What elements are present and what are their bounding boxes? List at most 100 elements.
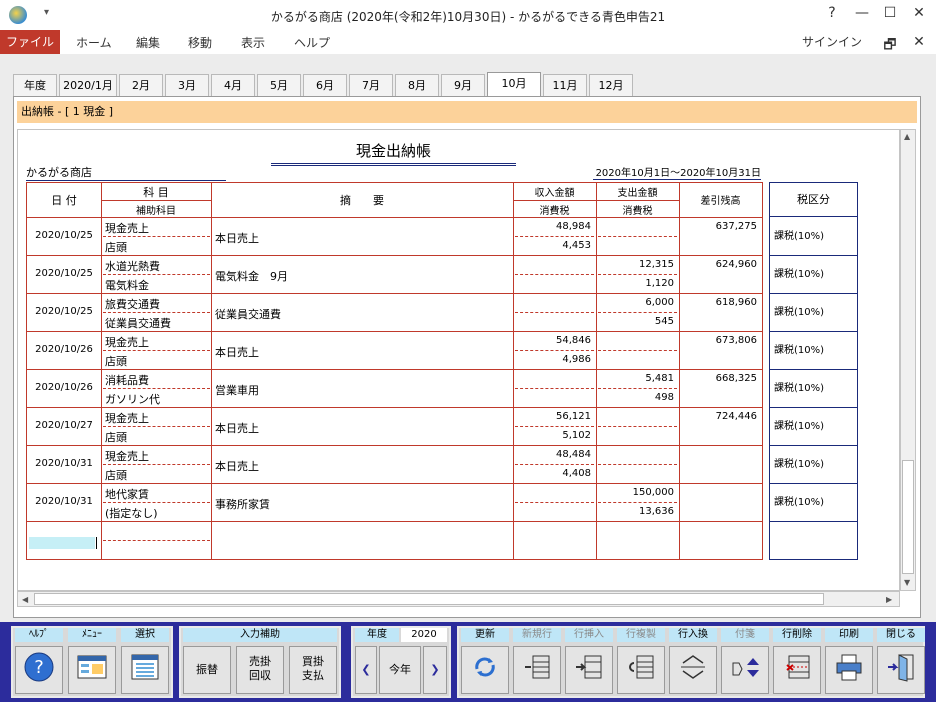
- help-icon[interactable]: ?: [822, 5, 842, 21]
- scroll-left-icon[interactable]: ◀: [22, 595, 28, 604]
- ledger-sheet: 現金出納帳 かるがる商店 2020年10月1日～2020年10月31日 日 付 …: [17, 129, 900, 591]
- tab-1[interactable]: 2020/1月: [59, 74, 117, 96]
- period-range: 2020年10月1日～2020年10月31日: [593, 164, 761, 180]
- tab-10[interactable]: 10月: [487, 72, 541, 97]
- row-expense: 12,315: [639, 259, 674, 270]
- menu-move[interactable]: 移動: [188, 34, 212, 51]
- row-tax-class[interactable]: 課税(10%): [770, 484, 857, 522]
- ledger-row[interactable]: 2020/10/27 現金売上 店頭 本日売上 56,121 5,102 724,446: [27, 408, 762, 446]
- row-divider: [103, 426, 210, 427]
- note-button[interactable]: [721, 646, 769, 694]
- vertical-scrollbar[interactable]: ▲ ▼: [900, 129, 916, 591]
- next-year-button[interactable]: ❯: [423, 646, 447, 694]
- scroll-right-icon[interactable]: ▶: [886, 595, 892, 604]
- row-date: 2020/10/25: [35, 306, 93, 317]
- header-balance: 差引残高: [700, 196, 741, 207]
- tab-5[interactable]: 5月: [257, 74, 301, 96]
- swap-row-button[interactable]: [669, 646, 717, 694]
- row-income-tax: 4,408: [562, 468, 591, 479]
- delete-row-button[interactable]: [773, 646, 821, 694]
- select-list-icon: [131, 654, 159, 680]
- row-divider: [598, 312, 677, 313]
- tab-8[interactable]: 8月: [395, 74, 439, 96]
- group-row-ops: 更新 新規行 行挿入 行複製 行入換 付箋 行削除 印刷 閉じる: [457, 626, 925, 698]
- header-expense-tax: 消費税: [622, 206, 653, 217]
- help-button[interactable]: ?: [15, 646, 63, 694]
- this-year-button[interactable]: 今年: [379, 646, 421, 694]
- insert-row-button[interactable]: [565, 646, 613, 694]
- horizontal-scroll-thumb[interactable]: [34, 593, 824, 605]
- tab-11[interactable]: 11月: [543, 74, 587, 96]
- ledger-row[interactable]: 2020/10/31 現金売上 店頭 本日売上 48,484 4,408: [27, 446, 762, 484]
- row-description: 従業員交通費: [215, 308, 281, 321]
- close-button[interactable]: [877, 646, 925, 694]
- row-tax-class[interactable]: 課税(10%): [770, 370, 857, 408]
- menu-help[interactable]: ヘルプ: [294, 34, 330, 51]
- tab-12[interactable]: 12月: [589, 74, 633, 96]
- text-caret: [96, 537, 97, 549]
- payable-button[interactable]: 買掛 支払: [289, 646, 337, 694]
- row-tax-class[interactable]: 課税(10%): [770, 256, 857, 294]
- ledger-row[interactable]: 2020/10/31 地代家賃 (指定なし) 事務所家賃 150,000 13,636: [27, 484, 762, 522]
- insert-row-icon: [576, 655, 602, 679]
- ledger-row[interactable]: 2020/10/26 現金売上 店頭 本日売上 54,846 4,986 673,806: [27, 332, 762, 370]
- row-divider: [598, 426, 677, 427]
- ledger-row[interactable]: 2020/10/25 旅費交通費 従業員交通費 従業員交通費 6,000 545 618,9…: [27, 294, 762, 332]
- row-divider: [515, 236, 594, 237]
- row-tax-class[interactable]: 課税(10%): [770, 294, 857, 332]
- row-tax-class[interactable]: 課税(10%): [770, 332, 857, 370]
- tab-4[interactable]: 4月: [211, 74, 255, 96]
- copy-row-button[interactable]: [617, 646, 665, 694]
- new-row-button[interactable]: [513, 646, 561, 694]
- tab-0[interactable]: 年度: [13, 74, 57, 96]
- menu-edit[interactable]: 編集: [136, 34, 160, 51]
- tab-7[interactable]: 7月: [349, 74, 393, 96]
- signin-link[interactable]: サインイン: [802, 33, 862, 50]
- close-document-button[interactable]: ✕: [909, 34, 929, 50]
- ledger-row[interactable]: 2020/10/26 消耗品費 ガソリン代 営業車用 5,481 498 668,325: [27, 370, 762, 408]
- prev-year-button[interactable]: ❮: [355, 646, 377, 694]
- help-question-icon: ?: [24, 652, 54, 682]
- maximize-button[interactable]: ☐: [880, 5, 900, 21]
- tab-6[interactable]: 6月: [303, 74, 347, 96]
- ledger-grid: 日 付 科 目 補助科目 摘 要 収入金額 消費税 支出金額 消費税 差引残高 …: [26, 182, 763, 560]
- scroll-up-icon[interactable]: ▲: [904, 132, 910, 141]
- receivable-button[interactable]: 売掛 回収: [236, 646, 284, 694]
- group-input-assist: 入力補助 振替 売掛 回収 買掛 支払: [179, 626, 341, 698]
- printer-icon: [836, 654, 862, 681]
- row-divider: [598, 274, 677, 275]
- print-button[interactable]: [825, 646, 873, 694]
- row-divider: [598, 502, 677, 503]
- tab-2[interactable]: 2月: [119, 74, 163, 96]
- tab-9[interactable]: 9月: [441, 74, 485, 96]
- row-tax-class[interactable]: 課税(10%): [770, 446, 857, 484]
- label-insert-row: 行挿入: [565, 628, 613, 642]
- scroll-down-icon[interactable]: ▼: [904, 578, 910, 587]
- row-description: 電気料金 9月: [215, 270, 288, 283]
- menu-home[interactable]: ホーム: [76, 34, 112, 51]
- refresh-button[interactable]: [461, 646, 509, 694]
- header-account: 科 目: [143, 186, 169, 199]
- row-tax-class[interactable]: 課税(10%): [770, 408, 857, 446]
- select-button[interactable]: [121, 646, 169, 694]
- row-divider: [103, 464, 210, 465]
- tab-3[interactable]: 3月: [165, 74, 209, 96]
- row-divider: [515, 274, 594, 275]
- transfer-button[interactable]: 振替: [183, 646, 231, 694]
- new-entry-date-input[interactable]: [29, 537, 95, 549]
- minimize-button[interactable]: —: [852, 5, 872, 21]
- menu-button[interactable]: [68, 646, 116, 694]
- vertical-scroll-thumb[interactable]: [902, 460, 914, 574]
- row-date: 2020/10/27: [35, 420, 93, 431]
- horizontal-scrollbar[interactable]: ◀ ▶: [17, 591, 900, 607]
- menu-file[interactable]: ファイル: [0, 30, 60, 54]
- ledger-panel: 出納帳 - [ 1 現金 ] 現金出納帳 かるがる商店 2020年10月1日～2…: [13, 96, 921, 618]
- menu-view[interactable]: 表示: [241, 34, 265, 51]
- close-window-button[interactable]: ✕: [909, 5, 929, 21]
- exit-door-icon: [888, 654, 914, 682]
- ledger-row[interactable]: 2020/10/25 水道光熱費 電気料金 電気料金 9月 12,315 1,120 624…: [27, 256, 762, 294]
- row-expense-tax: 498: [654, 392, 674, 403]
- row-tax-class[interactable]: 課税(10%): [770, 218, 857, 256]
- row-income-tax: 4,453: [562, 240, 591, 251]
- ledger-row[interactable]: 2020/10/25 現金売上 店頭 本日売上 48,984 4,453 637,275: [27, 218, 762, 256]
